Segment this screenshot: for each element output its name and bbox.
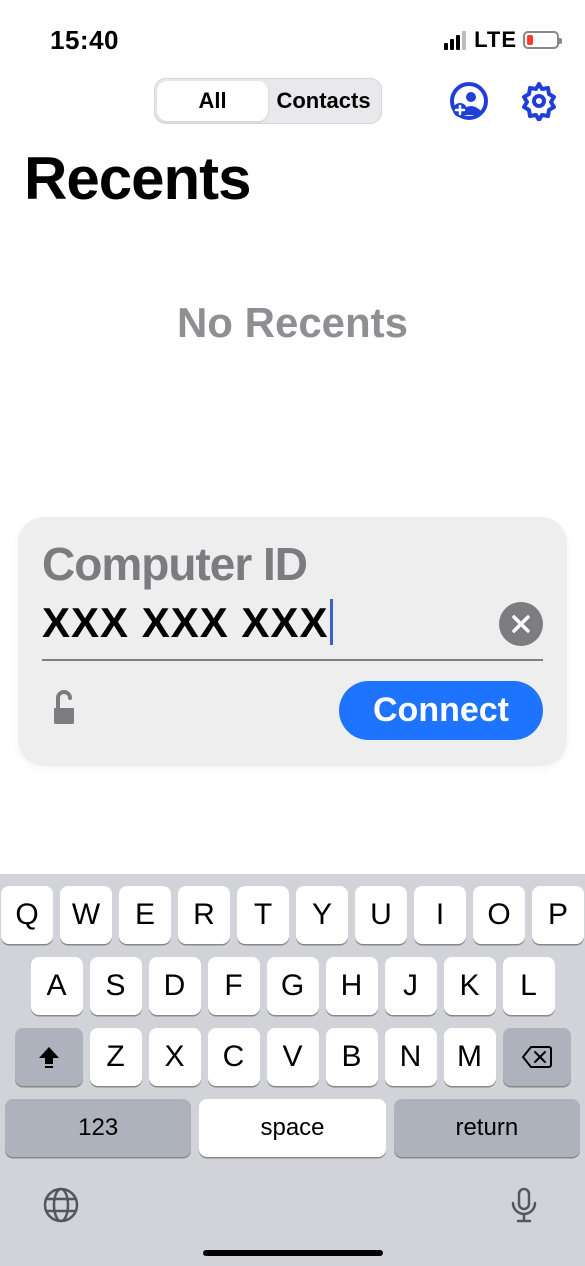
microphone-icon (504, 1185, 544, 1225)
network-label: LTE (474, 27, 517, 53)
key-p[interactable]: P (532, 886, 584, 944)
computer-id-card: Computer ID XXX XXX XXX Connect (18, 517, 567, 766)
key-space[interactable]: space (199, 1099, 385, 1157)
key-c[interactable]: C (208, 1028, 260, 1086)
dictation-button[interactable] (504, 1185, 544, 1230)
status-right: LTE (444, 27, 559, 53)
key-return[interactable]: return (394, 1099, 580, 1157)
connect-button[interactable]: Connect (339, 681, 543, 740)
lock-button[interactable] (42, 688, 82, 733)
add-contact-button[interactable] (447, 79, 491, 123)
add-person-icon (449, 81, 489, 121)
text-caret (330, 599, 333, 645)
key-n[interactable]: N (385, 1028, 437, 1086)
key-h[interactable]: H (326, 957, 378, 1015)
segment-contacts[interactable]: Contacts (268, 81, 379, 121)
battery-icon (523, 31, 559, 49)
key-s[interactable]: S (90, 957, 142, 1015)
keyboard-row-3: Z X C V B N M (5, 1028, 580, 1086)
key-backspace[interactable] (503, 1028, 571, 1086)
close-icon (510, 613, 532, 635)
key-u[interactable]: U (355, 886, 407, 944)
segmented-control[interactable]: All Contacts (154, 78, 382, 124)
globe-icon (41, 1185, 81, 1225)
settings-button[interactable] (517, 79, 561, 123)
signal-icon (444, 31, 466, 50)
key-d[interactable]: D (149, 957, 201, 1015)
status-bar: 15:40 LTE (0, 0, 585, 60)
key-l[interactable]: L (503, 957, 555, 1015)
key-t[interactable]: T (237, 886, 289, 944)
empty-state-label: No Recents (0, 299, 585, 347)
key-q[interactable]: Q (1, 886, 53, 944)
segment-all[interactable]: All (157, 81, 268, 121)
key-numbers[interactable]: 123 (5, 1099, 191, 1157)
computer-id-input[interactable]: XXX XXX XXX (42, 599, 499, 649)
key-o[interactable]: O (473, 886, 525, 944)
key-x[interactable]: X (149, 1028, 201, 1086)
key-m[interactable]: M (444, 1028, 496, 1086)
home-indicator[interactable] (203, 1250, 383, 1256)
clear-input-button[interactable] (499, 602, 543, 646)
status-time: 15:40 (50, 25, 119, 56)
key-b[interactable]: B (326, 1028, 378, 1086)
backspace-icon (521, 1045, 553, 1069)
key-j[interactable]: J (385, 957, 437, 1015)
card-bottom-row: Connect (42, 681, 543, 740)
keyboard-row-4: 123 space return (5, 1099, 580, 1157)
key-w[interactable]: W (60, 886, 112, 944)
key-a[interactable]: A (31, 957, 83, 1015)
key-z[interactable]: Z (90, 1028, 142, 1086)
header-row: All Contacts (0, 60, 585, 124)
virtual-keyboard: Q W E R T Y U I O P A S D F G H J K L Z … (0, 874, 585, 1266)
computer-id-value: XXX XXX XXX (42, 599, 328, 646)
unlock-icon (42, 688, 82, 728)
key-e[interactable]: E (119, 886, 171, 944)
shift-icon (36, 1044, 62, 1070)
key-g[interactable]: G (267, 957, 319, 1015)
keyboard-row-1: Q W E R T Y U I O P (5, 886, 580, 944)
key-i[interactable]: I (414, 886, 466, 944)
keyboard-bottom-row (5, 1175, 580, 1250)
card-title: Computer ID (42, 537, 543, 591)
page-title: Recents (0, 124, 585, 213)
key-r[interactable]: R (178, 886, 230, 944)
key-k[interactable]: K (444, 957, 496, 1015)
emoji-globe-button[interactable] (41, 1185, 81, 1230)
key-y[interactable]: Y (296, 886, 348, 944)
key-shift[interactable] (15, 1028, 83, 1086)
key-f[interactable]: F (208, 957, 260, 1015)
computer-id-input-row[interactable]: XXX XXX XXX (42, 599, 543, 661)
key-v[interactable]: V (267, 1028, 319, 1086)
gear-icon (519, 81, 559, 121)
keyboard-row-2: A S D F G H J K L (5, 957, 580, 1015)
